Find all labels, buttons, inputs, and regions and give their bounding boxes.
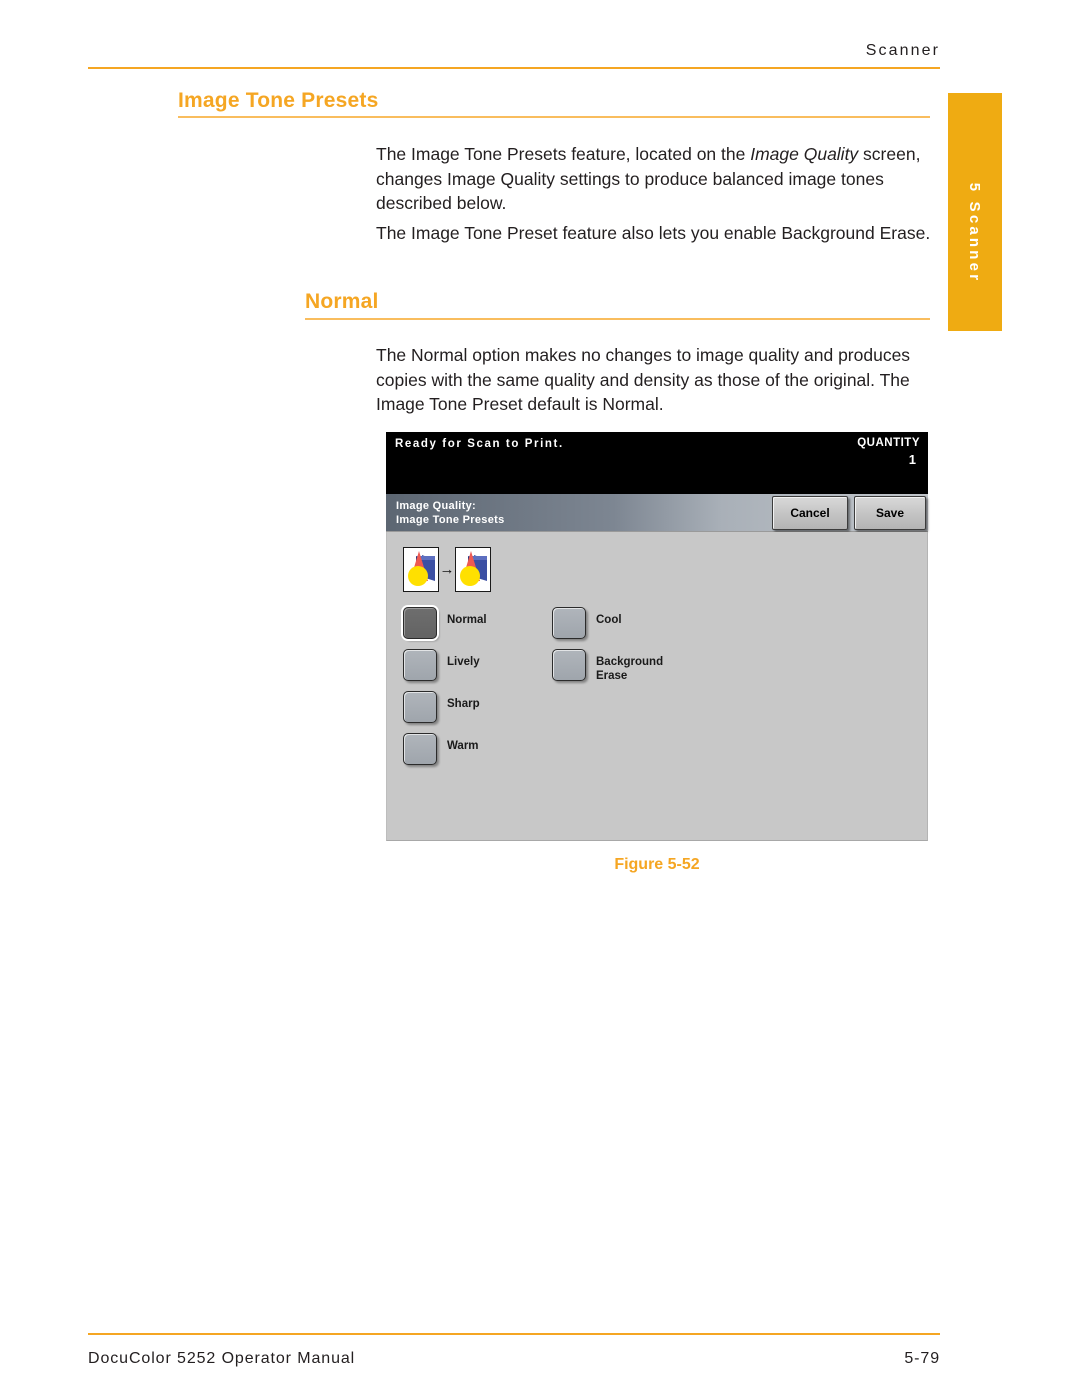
option-lively-label: Lively (447, 656, 480, 668)
option-normal-label: Normal (447, 614, 487, 626)
preview-thumbnail-after (455, 547, 491, 592)
option-warm[interactable]: Warm (403, 733, 479, 765)
option-lively-box[interactable] (403, 649, 437, 681)
screen-title: Image Quality: Image Tone Presets (396, 499, 505, 527)
header-rule (88, 67, 940, 69)
option-sharp-box[interactable] (403, 691, 437, 723)
save-button[interactable]: Save (854, 496, 926, 530)
heading-image-tone-presets: Image Tone Presets (178, 89, 379, 112)
screen-title-line2: Image Tone Presets (396, 514, 505, 526)
heading-normal: Normal (305, 290, 379, 313)
option-cool-box[interactable] (552, 607, 586, 639)
paragraph-intro: The Image Tone Presets feature, located … (376, 142, 938, 216)
status-message: Ready for Scan to Print. (395, 438, 564, 450)
ui-title-bar: Image Quality: Image Tone Presets Cancel… (386, 494, 928, 532)
option-warm-box[interactable] (403, 733, 437, 765)
preview-thumbnail-before (403, 547, 439, 592)
option-normal[interactable]: Normal (403, 607, 487, 639)
option-cool[interactable]: Cool (552, 607, 622, 639)
heading-rule-2 (305, 318, 930, 320)
figure-caption: Figure 5-52 (614, 856, 700, 873)
footer-rule (88, 1333, 940, 1335)
paragraph-intro-italic: Image Quality (750, 144, 859, 164)
option-lively[interactable]: Lively (403, 649, 480, 681)
option-background-erase-label: Background Erase (596, 656, 664, 682)
arrow-right-icon: → (439, 561, 455, 578)
paragraph-normal-description: The Normal option makes no changes to im… (376, 345, 911, 414)
option-sharp[interactable]: Sharp (403, 691, 480, 723)
option-warm-label: Warm (447, 740, 479, 752)
quantity-value: 1 (908, 452, 916, 467)
footer-page-number: 5-79 (904, 1350, 940, 1367)
option-background-erase[interactable]: Background Erase (552, 649, 663, 683)
heading-rule-1 (178, 116, 930, 118)
preview-shapes-icon-2 (460, 551, 487, 586)
preview-shapes-icon (408, 551, 435, 586)
screen-title-line1: Image Quality: (396, 500, 476, 512)
paragraph-intro-part1: The Image Tone Presets feature, located … (376, 144, 751, 164)
cancel-button[interactable]: Cancel (772, 496, 848, 530)
option-cool-label: Cool (596, 614, 622, 626)
ui-body: → Normal Lively Sharp Warm Cool Backgrou… (386, 532, 928, 841)
quantity-label: QUANTITY (857, 437, 920, 449)
option-background-erase-box[interactable] (552, 649, 586, 681)
figure-device-screen: Ready for Scan to Print. QUANTITY 1 Imag… (386, 432, 928, 841)
option-sharp-label: Sharp (447, 698, 480, 710)
section-tab-label: 5 Scanner (966, 182, 984, 284)
image-tone-preview-icon: → (403, 547, 491, 592)
option-normal-box[interactable] (403, 607, 437, 639)
running-head: Scanner (865, 42, 940, 59)
ui-status-bar: Ready for Scan to Print. QUANTITY 1 (386, 432, 928, 494)
paragraph-background-erase: The Image Tone Preset feature also lets … (376, 223, 931, 243)
section-tab-scanner: 5 Scanner (948, 93, 1002, 331)
